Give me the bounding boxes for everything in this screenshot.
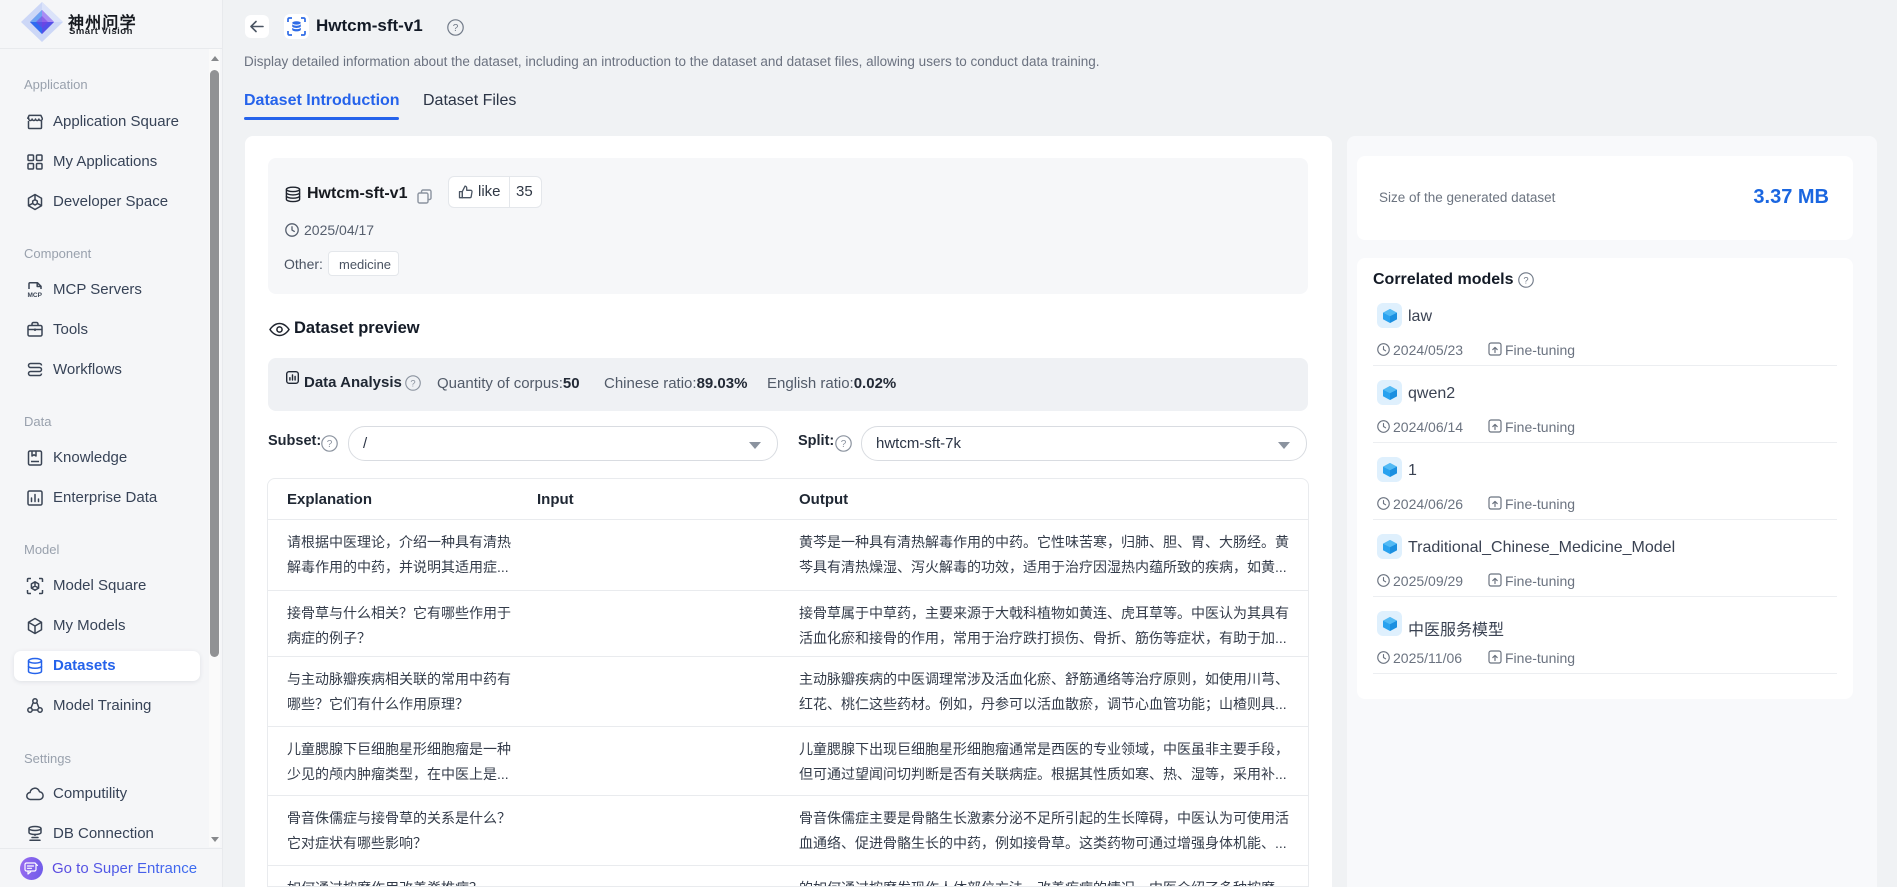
svg-text:?: ? (327, 439, 333, 450)
svg-text:?: ? (1523, 274, 1528, 285)
svg-text:?: ? (410, 377, 415, 388)
svg-text:?: ? (841, 439, 847, 450)
svg-text:?: ? (453, 23, 459, 34)
svg-text:MCP: MCP (28, 292, 43, 299)
